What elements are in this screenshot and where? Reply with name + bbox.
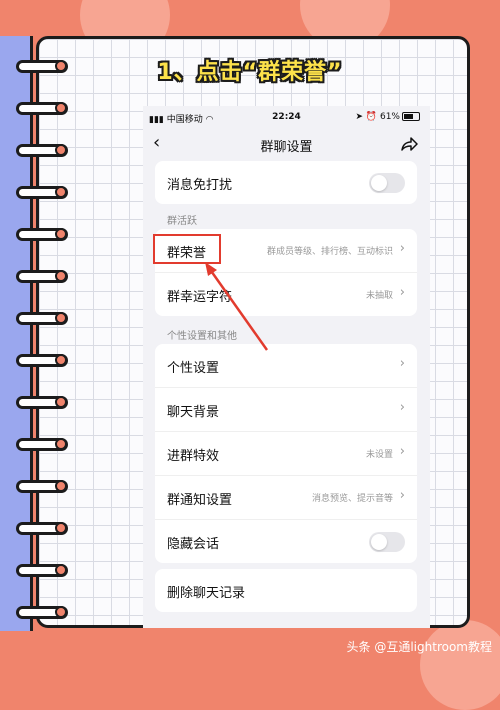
hide-chat-toggle[interactable] — [369, 532, 405, 552]
chevron-right-icon: › — [399, 285, 405, 300]
battery-percent: 61% — [379, 112, 400, 122]
honor-hint: 群成员等级、排行榜、互动标识 — [266, 247, 393, 257]
alarm-icon: ⏰ — [365, 112, 378, 122]
chevron-right-icon: › — [399, 400, 405, 415]
step-title: 1、点击“群荣誉” — [157, 60, 343, 85]
hide-chat-label: 隐藏会话 — [167, 537, 220, 552]
chevron-right-icon: › — [399, 241, 405, 256]
nav-bar: ‹ 群聊设置 — [143, 128, 430, 160]
chat-bg-label: 聊天背景 — [167, 405, 220, 420]
notify-label: 群通知设置 — [167, 493, 233, 508]
join-effect-row[interactable]: 进群特效 未设置 › — [155, 432, 417, 476]
ring-hole — [55, 396, 67, 408]
chat-bg-row[interactable]: 聊天背景 › — [155, 388, 417, 432]
chevron-right-icon: › — [399, 444, 405, 459]
page-title: 群聊设置 — [260, 140, 313, 155]
mute-group: 消息免打扰 — [155, 161, 417, 204]
section-active-label: 群活跃 — [167, 216, 197, 227]
ring-hole — [55, 564, 67, 576]
mute-label: 消息免打扰 — [167, 178, 233, 193]
share-icon[interactable] — [400, 136, 418, 152]
join-effect-hint: 未设置 — [365, 450, 393, 460]
mute-toggle[interactable] — [369, 173, 405, 193]
delete-history-row[interactable]: 删除聊天记录 — [155, 569, 417, 612]
watermark: 头条 @互通lightroom教程 — [346, 640, 492, 654]
battery-icon — [402, 112, 420, 121]
ring-hole — [55, 480, 67, 492]
mute-row[interactable]: 消息免打扰 — [155, 161, 417, 204]
ring-hole — [55, 228, 67, 240]
ring-hole — [55, 102, 67, 114]
ring-hole — [55, 522, 67, 534]
pointer-arrow — [205, 262, 269, 351]
chevron-right-icon: › — [399, 488, 405, 503]
notify-hint: 消息预览、提示音等 — [311, 494, 393, 504]
personal-label: 个性设置 — [167, 361, 220, 376]
personal-group: 个性设置 › 聊天背景 › 进群特效 未设置 › 群通知设置 消息预览、提示音等… — [155, 344, 417, 563]
ring-hole — [55, 606, 67, 618]
delete-history-label: 删除聊天记录 — [167, 586, 246, 601]
ring-hole — [55, 144, 67, 156]
bg-decoration — [420, 620, 500, 710]
delete-group: 删除聊天记录 — [155, 569, 417, 612]
notify-row[interactable]: 群通知设置 消息预览、提示音等 › — [155, 476, 417, 520]
ring-hole — [55, 186, 67, 198]
hide-chat-row[interactable]: 隐藏会话 — [155, 520, 417, 563]
status-bar: ▮▮▮ 中国移动 ◠ 22:24 ➤ ⏰ 61% — [143, 106, 430, 128]
lucky-char-hint: 未抽取 — [365, 291, 393, 301]
location-icon: ➤ — [355, 112, 364, 122]
chevron-right-icon: › — [399, 356, 405, 371]
ring-hole — [55, 312, 67, 324]
ring-hole — [55, 354, 67, 366]
ring-hole — [55, 270, 67, 282]
notebook-spine — [0, 36, 33, 631]
join-effect-label: 进群特效 — [167, 449, 220, 464]
ring-hole — [55, 438, 67, 450]
